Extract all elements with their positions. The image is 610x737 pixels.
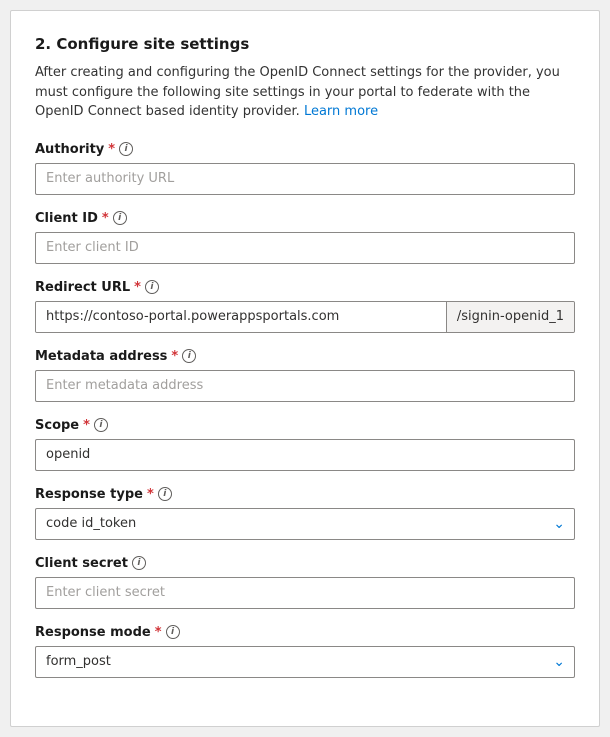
scope-label: Scope [35,418,79,433]
metadata-address-input[interactable] [35,370,575,402]
response-mode-info-icon[interactable]: i [166,625,180,639]
response-type-label-row: Response type * i [35,487,575,502]
metadata-address-label-row: Metadata address * i [35,349,575,364]
client-id-info-icon[interactable]: i [113,211,127,225]
client-secret-input[interactable] [35,577,575,609]
response-type-label: Response type [35,487,143,502]
redirect-url-label: Redirect URL [35,280,130,295]
configure-site-settings-card: 2. Configure site settings After creatin… [10,10,600,727]
response-mode-select-wrapper: form_post query fragment ⌄ [35,646,575,678]
response-type-info-icon[interactable]: i [158,487,172,501]
redirect-url-suffix: /signin-openid_1 [446,302,574,332]
metadata-address-label: Metadata address [35,349,167,364]
scope-info-icon[interactable]: i [94,418,108,432]
redirect-url-wrapper: /signin-openid_1 [35,301,575,333]
description-text: After creating and configuring the OpenI… [35,65,560,119]
response-type-select-wrapper: code id_token code id_token token ⌄ [35,508,575,540]
client-secret-field-group: Client secret i [35,556,575,609]
learn-more-link[interactable]: Learn more [304,104,378,119]
section-title: 2. Configure site settings [35,35,575,53]
redirect-url-field-group: Redirect URL * i /signin-openid_1 [35,280,575,333]
authority-field-group: Authority * i [35,142,575,195]
response-mode-required: * [155,625,162,640]
authority-required: * [108,142,115,157]
authority-info-icon[interactable]: i [119,142,133,156]
section-description: After creating and configuring the OpenI… [35,63,575,122]
redirect-url-required: * [134,280,141,295]
client-id-field-group: Client ID * i [35,211,575,264]
response-mode-select[interactable]: form_post query fragment [35,646,575,678]
redirect-url-label-row: Redirect URL * i [35,280,575,295]
scope-required: * [83,418,90,433]
redirect-url-input[interactable] [36,302,446,332]
authority-label-row: Authority * i [35,142,575,157]
response-mode-label-row: Response mode * i [35,625,575,640]
client-secret-label-row: Client secret i [35,556,575,571]
authority-input[interactable] [35,163,575,195]
scope-field-group: Scope * i [35,418,575,471]
metadata-address-info-icon[interactable]: i [182,349,196,363]
client-id-label-row: Client ID * i [35,211,575,226]
response-type-required: * [147,487,154,502]
client-secret-label: Client secret [35,556,128,571]
scope-label-row: Scope * i [35,418,575,433]
authority-label: Authority [35,142,104,157]
redirect-url-info-icon[interactable]: i [145,280,159,294]
response-mode-field-group: Response mode * i form_post query fragme… [35,625,575,678]
metadata-address-required: * [171,349,178,364]
metadata-address-field-group: Metadata address * i [35,349,575,402]
scope-input[interactable] [35,439,575,471]
client-id-required: * [102,211,109,226]
response-type-select[interactable]: code id_token code id_token token [35,508,575,540]
client-id-label: Client ID [35,211,98,226]
client-id-input[interactable] [35,232,575,264]
response-type-field-group: Response type * i code id_token code id_… [35,487,575,540]
client-secret-info-icon[interactable]: i [132,556,146,570]
response-mode-label: Response mode [35,625,151,640]
